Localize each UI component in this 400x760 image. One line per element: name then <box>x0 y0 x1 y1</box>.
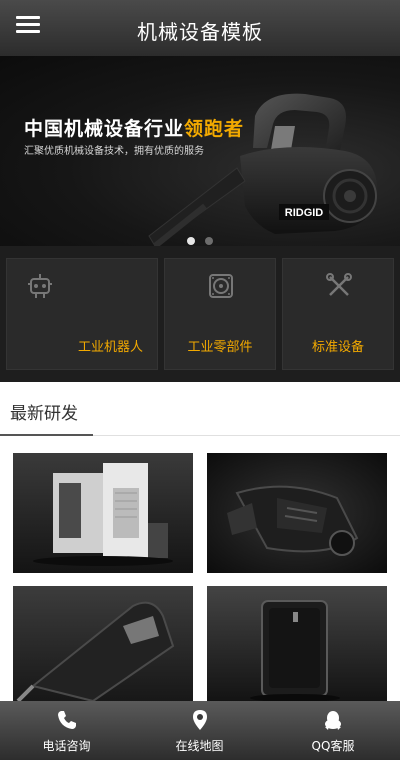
nav-phone-consult[interactable]: 电话咨询 <box>0 701 133 760</box>
phone-icon <box>57 711 76 729</box>
leaf-blower-product-image: RIDGID <box>148 93 378 246</box>
product-thumb-cabinet[interactable] <box>207 586 387 706</box>
map-pin-icon <box>192 710 207 730</box>
qq-penguin-icon <box>325 711 341 730</box>
nav-label: 电话咨询 <box>42 739 91 753</box>
category-label: 工业零部件 <box>187 340 253 355</box>
category-industrial-robot[interactable]: 工业机器人 <box>6 258 158 370</box>
cabinet-image <box>250 600 340 702</box>
category-label: 工业机器人 <box>77 340 143 355</box>
carousel-dots <box>0 230 400 246</box>
blower-image <box>227 485 359 556</box>
carousel-dot-1[interactable] <box>187 237 196 245</box>
product-thumb-cnc-machine[interactable] <box>13 453 193 573</box>
carousel-dot-2[interactable] <box>204 237 213 245</box>
nav-online-map[interactable]: 在线地图 <box>133 701 266 760</box>
page-title: 机械设备模板 <box>137 20 263 44</box>
robot-icon <box>28 274 52 298</box>
category-strip: 工业机器人 工业零部件 标准设备 <box>0 246 400 382</box>
category-label: 标准设备 <box>311 340 364 355</box>
nav-qq-service[interactable]: QQ客服 <box>266 701 400 760</box>
brand-label: RIDGID <box>285 207 324 219</box>
category-standard-equipment[interactable]: 标准设备 <box>282 258 394 370</box>
nav-label: QQ客服 <box>311 739 355 753</box>
hero-banner[interactable]: 中国机械设备行业领跑者 汇聚优质机械设备技术，拥有优质的服务 RIDGID <box>0 56 400 246</box>
section-title: 最新研发 <box>10 404 78 424</box>
nav-label: 在线地图 <box>175 739 224 753</box>
section-title-underline <box>0 434 93 436</box>
drill-image <box>16 601 175 703</box>
tools-icon <box>326 273 352 296</box>
cnc-machine-image <box>33 463 173 566</box>
product-thumb-blower[interactable] <box>207 453 387 573</box>
bottom-nav: 电话咨询 在线地图 QQ客服 <box>0 701 400 760</box>
app-header: 机械设备模板 <box>0 0 400 56</box>
speaker-part-icon <box>209 274 233 298</box>
category-industrial-parts[interactable]: 工业零部件 <box>164 258 276 370</box>
product-thumb-drill[interactable] <box>13 586 193 706</box>
